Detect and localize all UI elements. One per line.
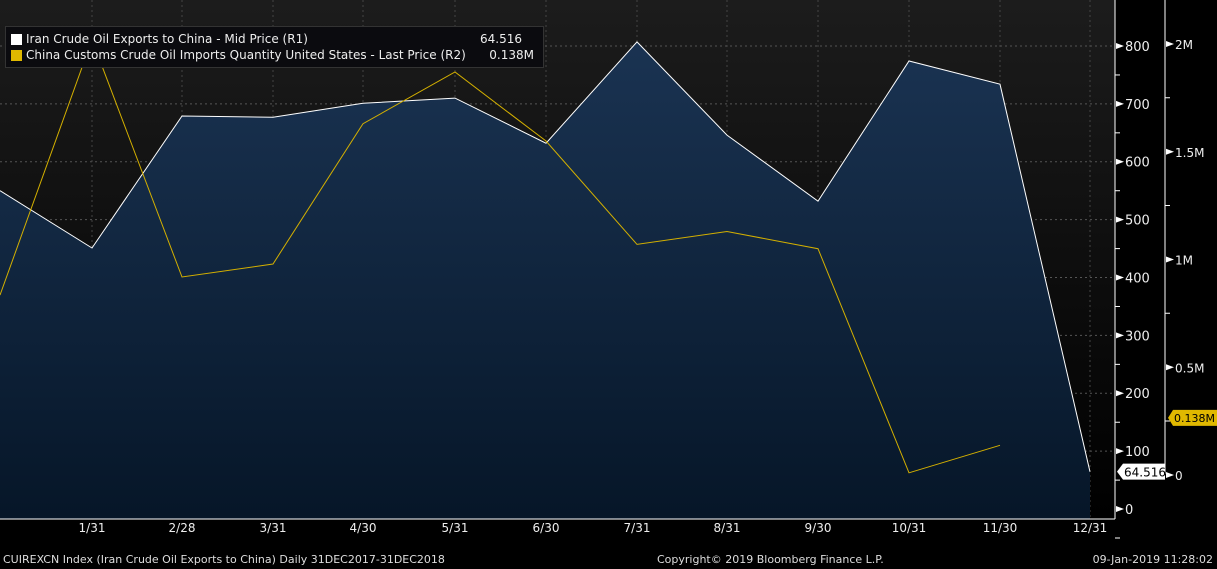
x-tick-label: 2/28 <box>169 521 196 535</box>
legend-label: Iran Crude Oil Exports to China - Mid Pr… <box>26 32 308 46</box>
r1-tick-label: 200 <box>1125 387 1150 402</box>
legend-item-china: China Customs Crude Oil Imports Quantity… <box>11 47 536 63</box>
r1-tick-label: 700 <box>1125 98 1150 113</box>
r1-tick-label: 800 <box>1125 40 1150 55</box>
r1-tick <box>1116 216 1124 223</box>
footer-timestamp: 09-Jan-2019 11:28:02 <box>1092 553 1213 566</box>
legend-value: 0.138M <box>489 48 534 62</box>
x-tick-label: 7/31 <box>624 521 651 535</box>
r1-tick-label: 100 <box>1125 445 1150 460</box>
legend-label: China Customs Crude Oil Imports Quantity… <box>26 48 466 62</box>
r2-tick-label: 1M <box>1175 254 1193 268</box>
x-tick-label: 10/31 <box>892 521 927 535</box>
legend-swatch-white <box>11 33 22 45</box>
x-tick-label: 3/31 <box>260 521 287 535</box>
r1-tick <box>1116 506 1124 512</box>
r2-tick-label: 2M <box>1175 38 1193 52</box>
last-value-r2: 0.138M <box>1174 412 1215 425</box>
x-tick-label: 8/31 <box>714 521 741 535</box>
last-value-r1: 64.516 <box>1124 466 1166 480</box>
r1-tick <box>1116 274 1124 281</box>
r2-tick <box>1166 364 1174 371</box>
r1-tick <box>1116 390 1124 397</box>
x-tick-label: 6/30 <box>533 521 560 535</box>
r1-tick <box>1116 332 1124 339</box>
r2-tick <box>1166 256 1174 263</box>
r2-tick-label: 0 <box>1175 469 1183 483</box>
legend: Iran Crude Oil Exports to China - Mid Pr… <box>5 26 544 68</box>
x-tick-label: 4/30 <box>350 521 377 535</box>
legend-item-iran: Iran Crude Oil Exports to China - Mid Pr… <box>11 31 536 47</box>
legend-value: 64.516 <box>480 32 522 46</box>
r1-tick-label: 300 <box>1125 329 1150 344</box>
r1-tick <box>1116 158 1124 165</box>
r2-tick <box>1166 472 1174 478</box>
r1-tick-label: 600 <box>1125 156 1150 171</box>
r1-tick <box>1116 42 1124 49</box>
footer-copyright: Copyright© 2019 Bloomberg Finance L.P. <box>657 553 884 566</box>
legend-swatch-yellow <box>11 49 22 61</box>
r1-tick-label: 500 <box>1125 214 1150 229</box>
x-tick-label: 11/30 <box>983 521 1018 535</box>
r1-tick <box>1116 100 1124 107</box>
footer-ticker: CUIREXCN Index (Iran Crude Oil Exports t… <box>3 553 445 566</box>
x-tick-label: 12/31 <box>1073 521 1108 535</box>
r2-tick <box>1166 148 1174 155</box>
r1-tick-label: 0 <box>1125 503 1133 518</box>
x-tick-label: 1/31 <box>79 521 106 535</box>
r2-tick-label: 1.5M <box>1175 146 1204 160</box>
chart: 0 100 200 300 400 500 600 700 800 0 0.5M 1M 1.5M 2M 1/… <box>0 0 1217 539</box>
x-tick-label: 5/31 <box>442 521 469 535</box>
r1-tick <box>1116 448 1124 455</box>
r1-tick-label: 400 <box>1125 271 1150 286</box>
x-tick-label: 9/30 <box>805 521 832 535</box>
r2-tick-label: 0.5M <box>1175 361 1204 375</box>
r2-tick <box>1166 41 1174 47</box>
